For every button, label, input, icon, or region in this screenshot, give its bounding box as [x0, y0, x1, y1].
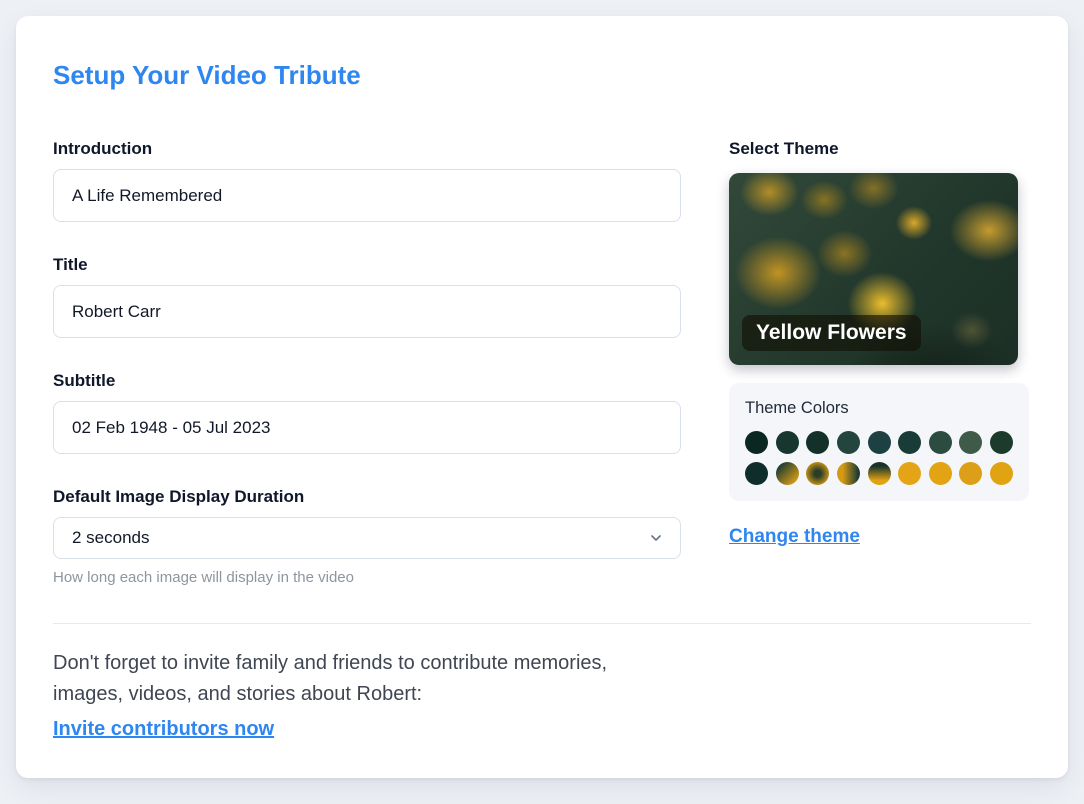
- invite-contributors-link[interactable]: Invite contributors now: [53, 718, 274, 741]
- title-field: Title: [53, 255, 681, 338]
- invite-text: Don't forget to invite family and friend…: [53, 652, 608, 705]
- theme-column: Select Theme Yellow Flowers Theme Colors…: [729, 139, 1029, 586]
- setup-card: Setup Your Video Tribute Introduction Ti…: [16, 16, 1068, 778]
- theme-colors-label: Theme Colors: [745, 399, 849, 417]
- invite-section: Don't forget to invite family and friend…: [53, 648, 1031, 741]
- theme-color-swatch: [898, 462, 922, 485]
- theme-color-swatch: [928, 462, 952, 485]
- theme-colors-row-1: [745, 431, 1013, 454]
- theme-color-swatch: [867, 431, 891, 454]
- theme-color-swatch: [898, 431, 922, 454]
- theme-preview-image[interactable]: Yellow Flowers: [729, 173, 1018, 365]
- theme-name-badge: Yellow Flowers: [742, 315, 921, 351]
- duration-help-text: How long each image will display in the …: [53, 569, 354, 586]
- theme-color-swatch: [959, 431, 983, 454]
- theme-color-swatch: [836, 431, 860, 454]
- title-label: Title: [53, 255, 88, 274]
- theme-color-swatch: [775, 462, 799, 485]
- theme-colors-panel: Theme Colors: [729, 383, 1029, 501]
- theme-color-swatch: [806, 462, 830, 485]
- change-theme-link[interactable]: Change theme: [729, 526, 860, 548]
- introduction-field: Introduction: [53, 139, 681, 222]
- theme-color-swatch: [928, 431, 952, 454]
- page-title: Setup Your Video Tribute: [53, 60, 361, 90]
- duration-field: Default Image Display Duration 2 seconds…: [53, 487, 681, 586]
- duration-label: Default Image Display Duration: [53, 487, 305, 506]
- theme-color-swatch: [990, 431, 1013, 454]
- introduction-input[interactable]: [53, 169, 681, 222]
- theme-color-swatch: [867, 462, 891, 485]
- theme-color-swatch: [775, 431, 799, 454]
- theme-color-swatch: [745, 462, 768, 485]
- duration-selected-value: 2 seconds: [72, 528, 150, 547]
- theme-color-swatch: [806, 431, 830, 454]
- chevron-down-icon: [651, 535, 661, 541]
- theme-color-swatch: [745, 431, 768, 454]
- theme-color-swatch: [959, 462, 983, 485]
- section-divider: [53, 623, 1031, 624]
- content-columns: Introduction Title Subtitle Default Imag…: [53, 139, 1031, 586]
- subtitle-field: Subtitle: [53, 371, 681, 454]
- form-column: Introduction Title Subtitle Default Imag…: [53, 139, 681, 586]
- introduction-label: Introduction: [53, 139, 153, 158]
- theme-colors-row-2: [745, 462, 1013, 485]
- title-input[interactable]: [53, 285, 681, 338]
- theme-color-swatch: [990, 462, 1013, 485]
- subtitle-label: Subtitle: [53, 371, 116, 390]
- select-theme-label: Select Theme: [729, 139, 839, 158]
- theme-color-swatch: [836, 462, 860, 485]
- duration-select[interactable]: 2 seconds: [53, 517, 681, 559]
- subtitle-input[interactable]: [53, 401, 681, 454]
